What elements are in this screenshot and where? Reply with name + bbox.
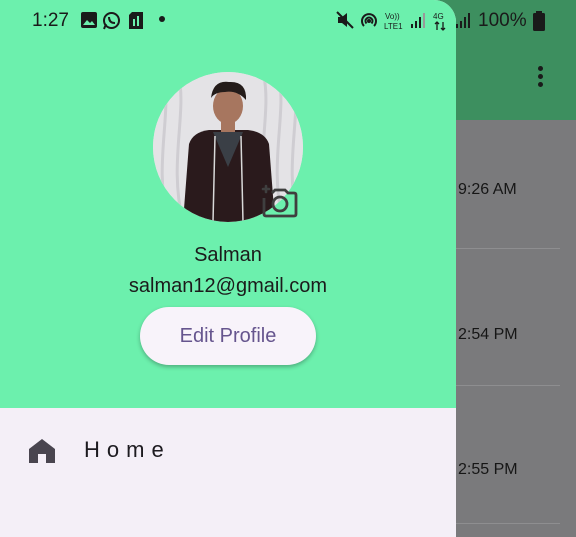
status-bar: 1:27 Vo)) LTE1 4G 100% (0, 0, 576, 42)
signal-icon (411, 13, 425, 28)
sim-icon (129, 12, 143, 29)
dot-icon (159, 16, 165, 22)
user-name: Salman (194, 244, 262, 266)
svg-text:Vo)): Vo)) (385, 12, 400, 21)
message-time: 2:54 PM (458, 326, 518, 343)
more-vert-icon[interactable] (534, 66, 546, 92)
add-photo-icon[interactable] (260, 184, 298, 218)
divider (456, 523, 560, 524)
status-time: 1:27 (32, 10, 69, 31)
volte-icon: Vo)) LTE1 (384, 12, 403, 31)
drawer-item-label: Home (84, 437, 171, 462)
message-time: 2:55 PM (458, 461, 518, 478)
user-email: salman12@gmail.com (128, 275, 328, 297)
svg-text:4G: 4G (433, 12, 444, 21)
battery-percent: 100% (478, 10, 527, 31)
divider (456, 385, 560, 386)
svg-text:LTE1: LTE1 (384, 22, 403, 31)
whatsapp-icon (103, 12, 120, 30)
battery-icon (533, 11, 545, 31)
message-time: 9:26 AM (458, 181, 517, 198)
gallery-icon (81, 12, 97, 28)
4g-icon: 4G (433, 12, 446, 31)
drawer-header: Salman salman12@gmail.com Edit Profile (0, 0, 456, 408)
edit-profile-button[interactable]: Edit Profile (140, 307, 316, 365)
home-icon (29, 439, 55, 463)
divider (456, 248, 560, 249)
signal-icon (456, 13, 470, 28)
mute-icon (336, 11, 354, 29)
hotspot-icon (361, 13, 377, 27)
navigation-drawer: Salman salman12@gmail.com Edit Profile H… (0, 0, 456, 537)
drawer-item-home[interactable]: Home (0, 420, 456, 480)
